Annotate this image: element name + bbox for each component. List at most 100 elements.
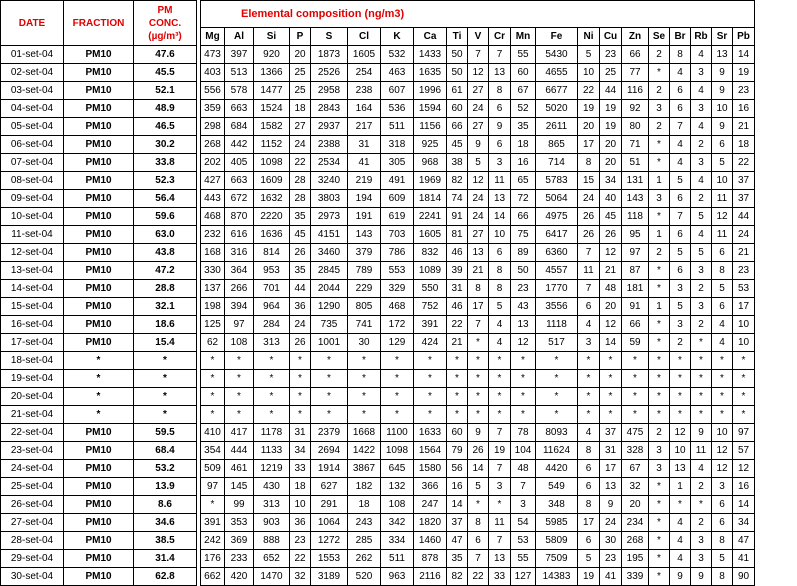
fraction-cell: PM10 — [63, 207, 134, 226]
value-cell-p: 27 — [289, 117, 311, 136]
value-cell-cr: 19 — [488, 441, 511, 460]
value-cell-se: * — [648, 387, 670, 406]
value-cell-si: 888 — [253, 531, 290, 550]
value-cell-mn: 75 — [510, 225, 536, 244]
value-cell-ca: * — [413, 405, 447, 424]
value-cell-fe: 1770 — [535, 279, 578, 298]
value-cell-rb: 4 — [690, 117, 712, 136]
value-cell-mg: * — [200, 387, 225, 406]
value-cell-v: 27 — [467, 225, 489, 244]
value-cell-pb: 17 — [732, 297, 755, 316]
value-cell-al: 266 — [224, 279, 254, 298]
element-header-s: S — [310, 27, 348, 46]
value-cell-sr: 5 — [711, 153, 733, 172]
value-cell-al: * — [224, 405, 254, 424]
value-cell-sr: 6 — [711, 135, 733, 154]
value-cell-ni: * — [577, 387, 600, 406]
value-cell-ni: 6 — [577, 459, 600, 478]
value-cell-fe: 5809 — [535, 531, 578, 550]
value-cell-cl: 143 — [347, 225, 381, 244]
value-cell-k: 963 — [380, 567, 414, 586]
value-cell-ni: 22 — [577, 81, 600, 100]
value-cell-rb: 9 — [690, 567, 712, 586]
value-cell-fe: 7509 — [535, 549, 578, 568]
value-cell-br: 7 — [669, 207, 691, 226]
value-cell-sr: 5 — [711, 279, 733, 298]
element-header-cl: Cl — [347, 27, 381, 46]
table-row: 391 353 903 36 1064 243 342 1820 37 8 11 54 5985 17 24… — [200, 513, 755, 532]
value-cell-pb: 16 — [732, 99, 755, 118]
value-cell-ti: 45 — [446, 135, 468, 154]
value-cell-cl: 194 — [347, 189, 381, 208]
value-cell-v: 24 — [467, 99, 489, 118]
value-cell-zn: 87 — [621, 261, 649, 280]
value-cell-mn: 7 — [510, 477, 536, 496]
value-cell-zn: 195 — [621, 549, 649, 568]
value-cell-rb: * — [690, 387, 712, 406]
value-cell-fe: 2611 — [535, 117, 578, 136]
value-cell-mg: 137 — [200, 279, 225, 298]
value-cell-fe: 11624 — [535, 441, 578, 460]
value-cell-p: 23 — [289, 531, 311, 550]
date-cell: 07-set-04 — [0, 153, 64, 172]
value-cell-zn: 32 — [621, 477, 649, 496]
value-cell-si: 903 — [253, 513, 290, 532]
value-cell-mn: * — [510, 369, 536, 388]
value-cell-v: * — [467, 333, 489, 352]
value-cell-p: 26 — [289, 333, 311, 352]
value-cell-pb: 22 — [732, 153, 755, 172]
value-cell-al: 442 — [224, 135, 254, 154]
value-cell-v: 27 — [467, 81, 489, 100]
value-cell-mn: 89 — [510, 243, 536, 262]
value-cell-mg: 403 — [200, 63, 225, 82]
value-cell-zn: 92 — [621, 99, 649, 118]
value-cell-p: 18 — [289, 477, 311, 496]
date-header: DATE — [0, 0, 64, 46]
value-cell-v: * — [467, 405, 489, 424]
value-cell-cl: 229 — [347, 279, 381, 298]
value-cell-pb: * — [732, 387, 755, 406]
table-row: 27-set-04 PM10 34.6 — [0, 513, 197, 532]
table-row: 473 397 920 20 1873 1605 532 1433 50 7 7 55 5430 5 23 6… — [200, 45, 755, 64]
value-cell-br: 2 — [669, 333, 691, 352]
date-cell: 03-set-04 — [0, 81, 64, 100]
date-cell: 28-set-04 — [0, 531, 64, 550]
pm-conc-cell: 13.9 — [133, 477, 197, 496]
value-cell-v: 8 — [467, 513, 489, 532]
value-cell-al: 663 — [224, 99, 254, 118]
value-cell-k: 305 — [380, 153, 414, 172]
value-cell-k: 329 — [380, 279, 414, 298]
value-cell-cl: 30 — [347, 333, 381, 352]
value-cell-s: 2843 — [310, 99, 348, 118]
value-cell-cr: 10 — [488, 225, 511, 244]
value-cell-cr: * — [488, 351, 511, 370]
value-cell-pb: 24 — [732, 225, 755, 244]
value-cell-cl: 285 — [347, 531, 381, 550]
fraction-cell: PM10 — [63, 297, 134, 316]
value-cell-ca: 968 — [413, 153, 447, 172]
value-cell-pb: 23 — [732, 81, 755, 100]
table-row: 10-set-04 PM10 59.6 — [0, 207, 197, 226]
value-cell-cu: 17 — [599, 459, 622, 478]
value-cell-zn: 66 — [621, 45, 649, 64]
element-header-sr: Sr — [711, 27, 733, 46]
date-cell: 06-set-04 — [0, 135, 64, 154]
value-cell-zn: 143 — [621, 189, 649, 208]
value-cell-sr: 4 — [711, 315, 733, 334]
fraction-cell: * — [63, 369, 134, 388]
value-cell-cl: * — [347, 405, 381, 424]
element-header-cr: Cr — [488, 27, 511, 46]
value-cell-ca: 1820 — [413, 513, 447, 532]
value-cell-ca: 925 — [413, 135, 447, 154]
pm-conc-cell: 48.9 — [133, 99, 197, 118]
value-cell-ni: 6 — [577, 477, 600, 496]
value-cell-ca: 1156 — [413, 117, 447, 136]
value-cell-s: 2845 — [310, 261, 348, 280]
value-cell-ni: 24 — [577, 189, 600, 208]
table-row: 137 266 701 44 2044 229 329 550 31 8 8 23 1770 7 48 181… — [200, 279, 755, 298]
value-cell-se: * — [648, 333, 670, 352]
value-cell-mn: 127 — [510, 567, 536, 586]
table-row: 16-set-04 PM10 18.6 — [0, 315, 197, 334]
value-cell-si: 2220 — [253, 207, 290, 226]
value-cell-sr: 5 — [711, 549, 733, 568]
